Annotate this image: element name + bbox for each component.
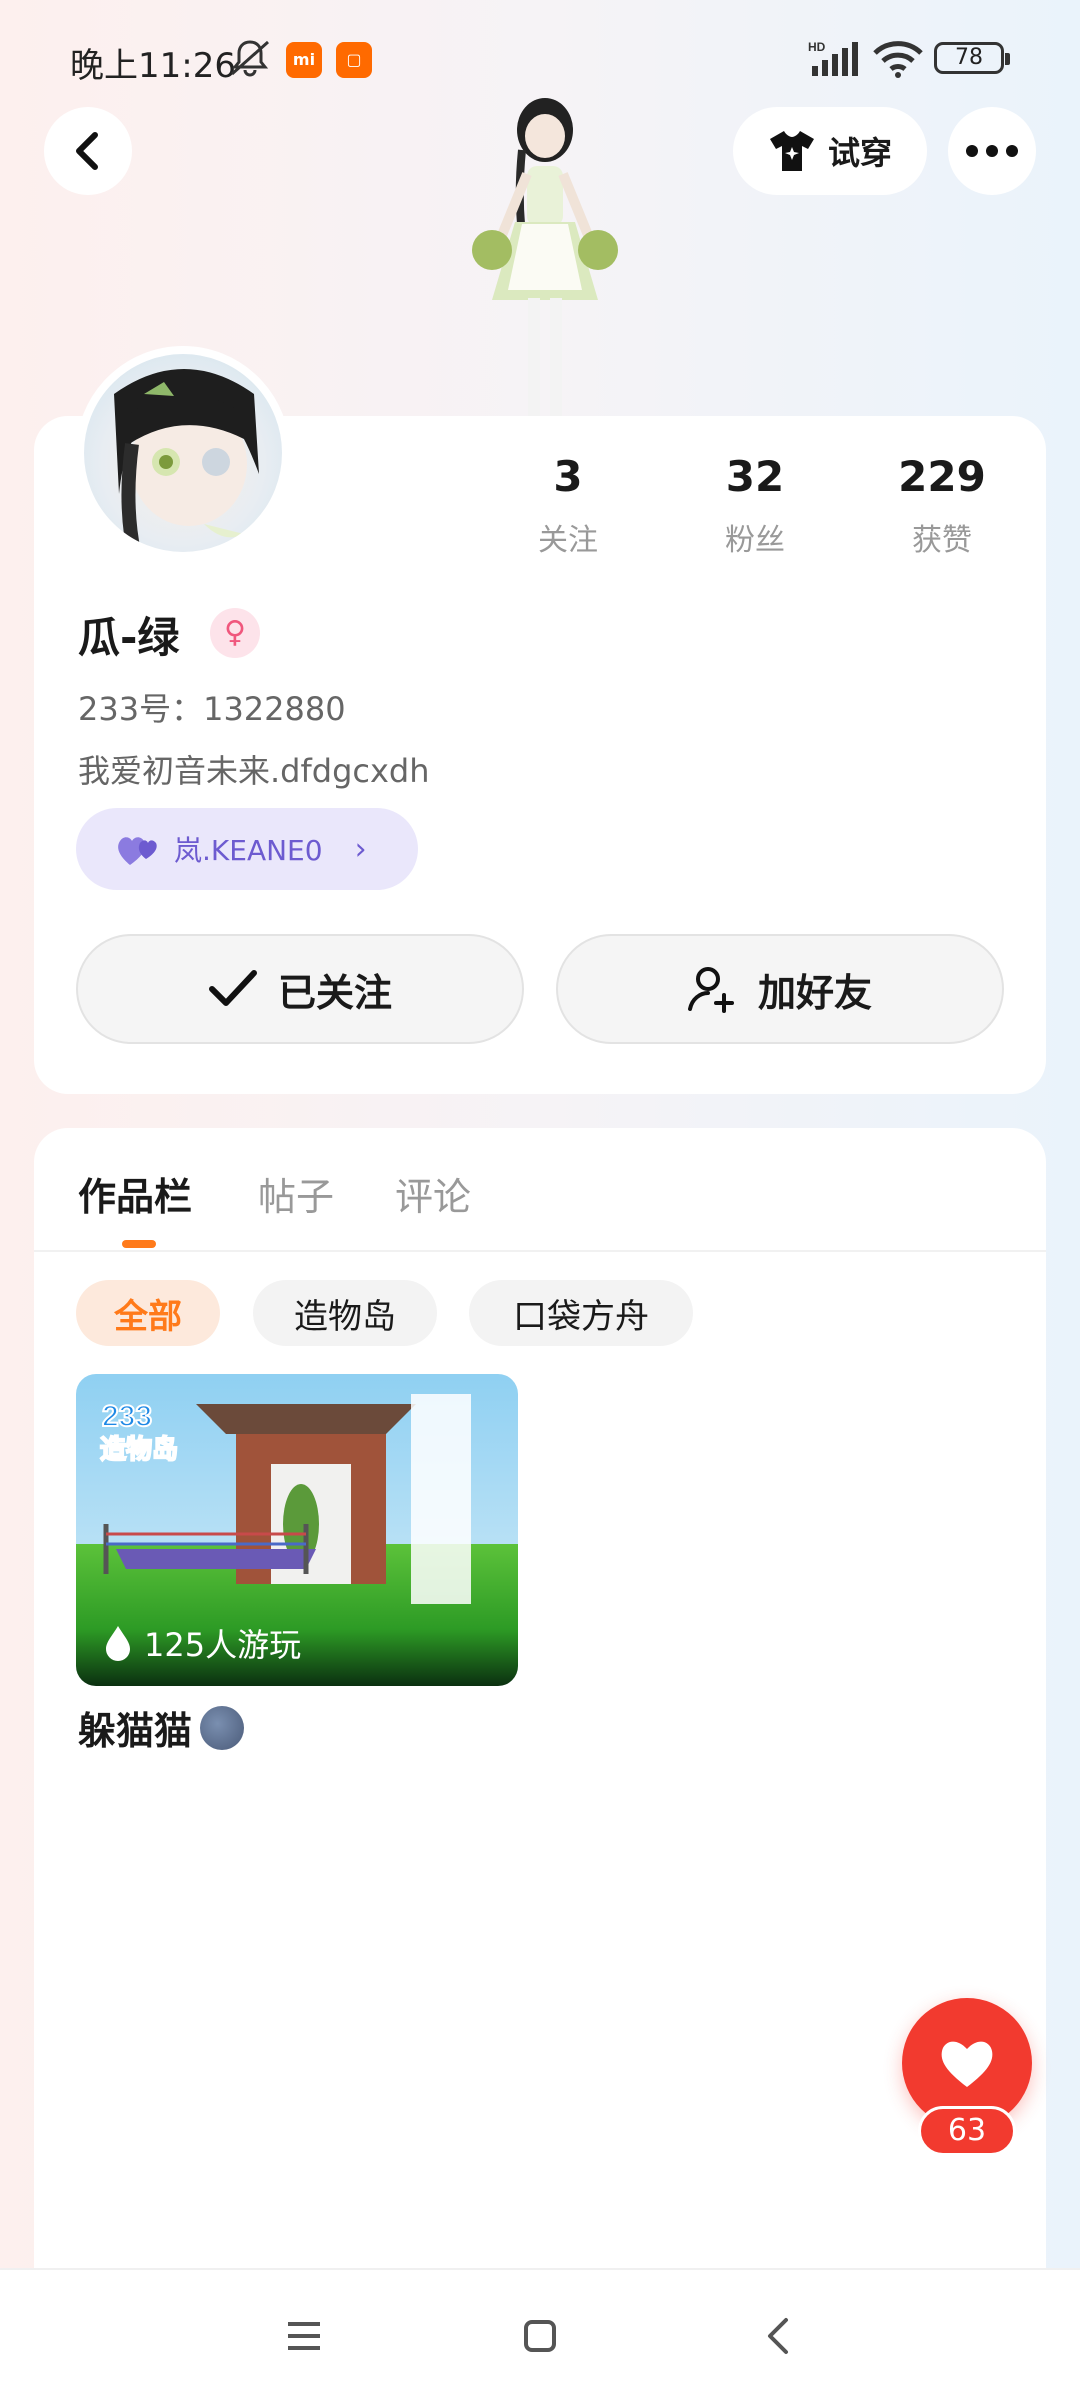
stat-likes[interactable]: 229 获赞 [862, 452, 1022, 559]
user-id: 233号：1322880 [78, 690, 346, 728]
game-title[interactable]: 躲猫猫 [78, 1700, 245, 1755]
game-card[interactable]: 233 造物岛 125人游玩 [76, 1374, 518, 1686]
avatar[interactable] [76, 346, 290, 560]
fan-club-tag[interactable]: 岚.KEANE0 › [76, 808, 418, 890]
avatar-3d-figure[interactable] [430, 90, 660, 420]
nickname: 瓜-绿 [78, 613, 180, 662]
chevron-left-icon [76, 132, 98, 170]
more-dots-icon [966, 145, 1018, 157]
moon-face-icon [200, 1705, 245, 1750]
tshirt-icon [769, 131, 814, 171]
system-navigation-bar [0, 2268, 1080, 2400]
tab-works[interactable]: 作品栏 [78, 1166, 192, 1221]
wifi-icon [873, 41, 923, 78]
add-friend-label: 加好友 [757, 970, 872, 1015]
following-button[interactable]: 已关注 [76, 934, 524, 1044]
mute-bell-icon [231, 40, 269, 77]
stat-followers-value: 32 [725, 452, 785, 501]
tab-posts[interactable]: 帖子 [258, 1166, 334, 1221]
battery-indicator: 78 [934, 42, 1010, 74]
filter-chip-pocket-ark[interactable]: 口袋方舟 [469, 1280, 693, 1346]
try-on-button[interactable]: 试穿 [733, 107, 927, 195]
back-button[interactable] [44, 107, 132, 195]
stat-likes-value: 229 [898, 452, 986, 501]
game-plays: 125人游玩 [102, 1620, 301, 1666]
active-tab-indicator [122, 1240, 156, 1248]
game-title-label: 躲猫猫 [78, 1709, 193, 1753]
system-back-icon[interactable] [756, 2312, 804, 2360]
more-button[interactable] [948, 107, 1036, 195]
creation-island-logo: 233 造物岛 [99, 1399, 179, 1466]
home-icon[interactable] [516, 2312, 564, 2360]
try-on-label: 试穿 [827, 134, 892, 172]
flame-icon [106, 1626, 130, 1661]
chevron-right-icon: › [354, 831, 367, 867]
mi-store-badge-icon: ▢ [336, 42, 372, 78]
network-type: HD [808, 40, 826, 54]
tab-comments[interactable]: 评论 [395, 1166, 471, 1221]
stat-following-value: 3 [553, 452, 583, 501]
divider [34, 1250, 1046, 1252]
female-icon: ♀ [210, 608, 260, 658]
stat-following[interactable]: 3 关注 [488, 452, 648, 559]
mi-app-badge-icon: mi [286, 42, 322, 78]
svg-text:233: 233 [102, 1400, 152, 1433]
following-label: 已关注 [277, 970, 392, 1015]
filter-chip-all[interactable]: 全部 [76, 1280, 220, 1346]
checkmark-icon [208, 970, 257, 1006]
stat-followers[interactable]: 32 粉丝 [675, 452, 835, 559]
svg-text:造物岛: 造物岛 [100, 1434, 178, 1465]
stat-followers-label: 粉丝 [725, 523, 785, 558]
menu-icon[interactable] [280, 2312, 328, 2360]
avatar-portrait [114, 369, 259, 552]
stat-likes-label: 获赞 [912, 523, 972, 558]
filter-chip-creation-island[interactable]: 造物岛 [253, 1280, 437, 1346]
double-heart-icon [118, 837, 157, 865]
fan-tag-label: 岚.KEANE0 [174, 834, 323, 867]
add-friend-button[interactable]: 加好友 [556, 934, 1004, 1044]
bio: 我爱初音未来.dfdgcxdh [78, 752, 430, 790]
like-count-badge: 63 [918, 2106, 1016, 2156]
game-plays-label: 125人游玩 [144, 1626, 302, 1664]
stat-following-label: 关注 [538, 523, 598, 558]
signal-icon: HD [808, 40, 858, 76]
status-time: 晚上11:26 [70, 46, 236, 86]
add-user-icon [687, 967, 734, 1013]
heart-icon [941, 2041, 993, 2087]
